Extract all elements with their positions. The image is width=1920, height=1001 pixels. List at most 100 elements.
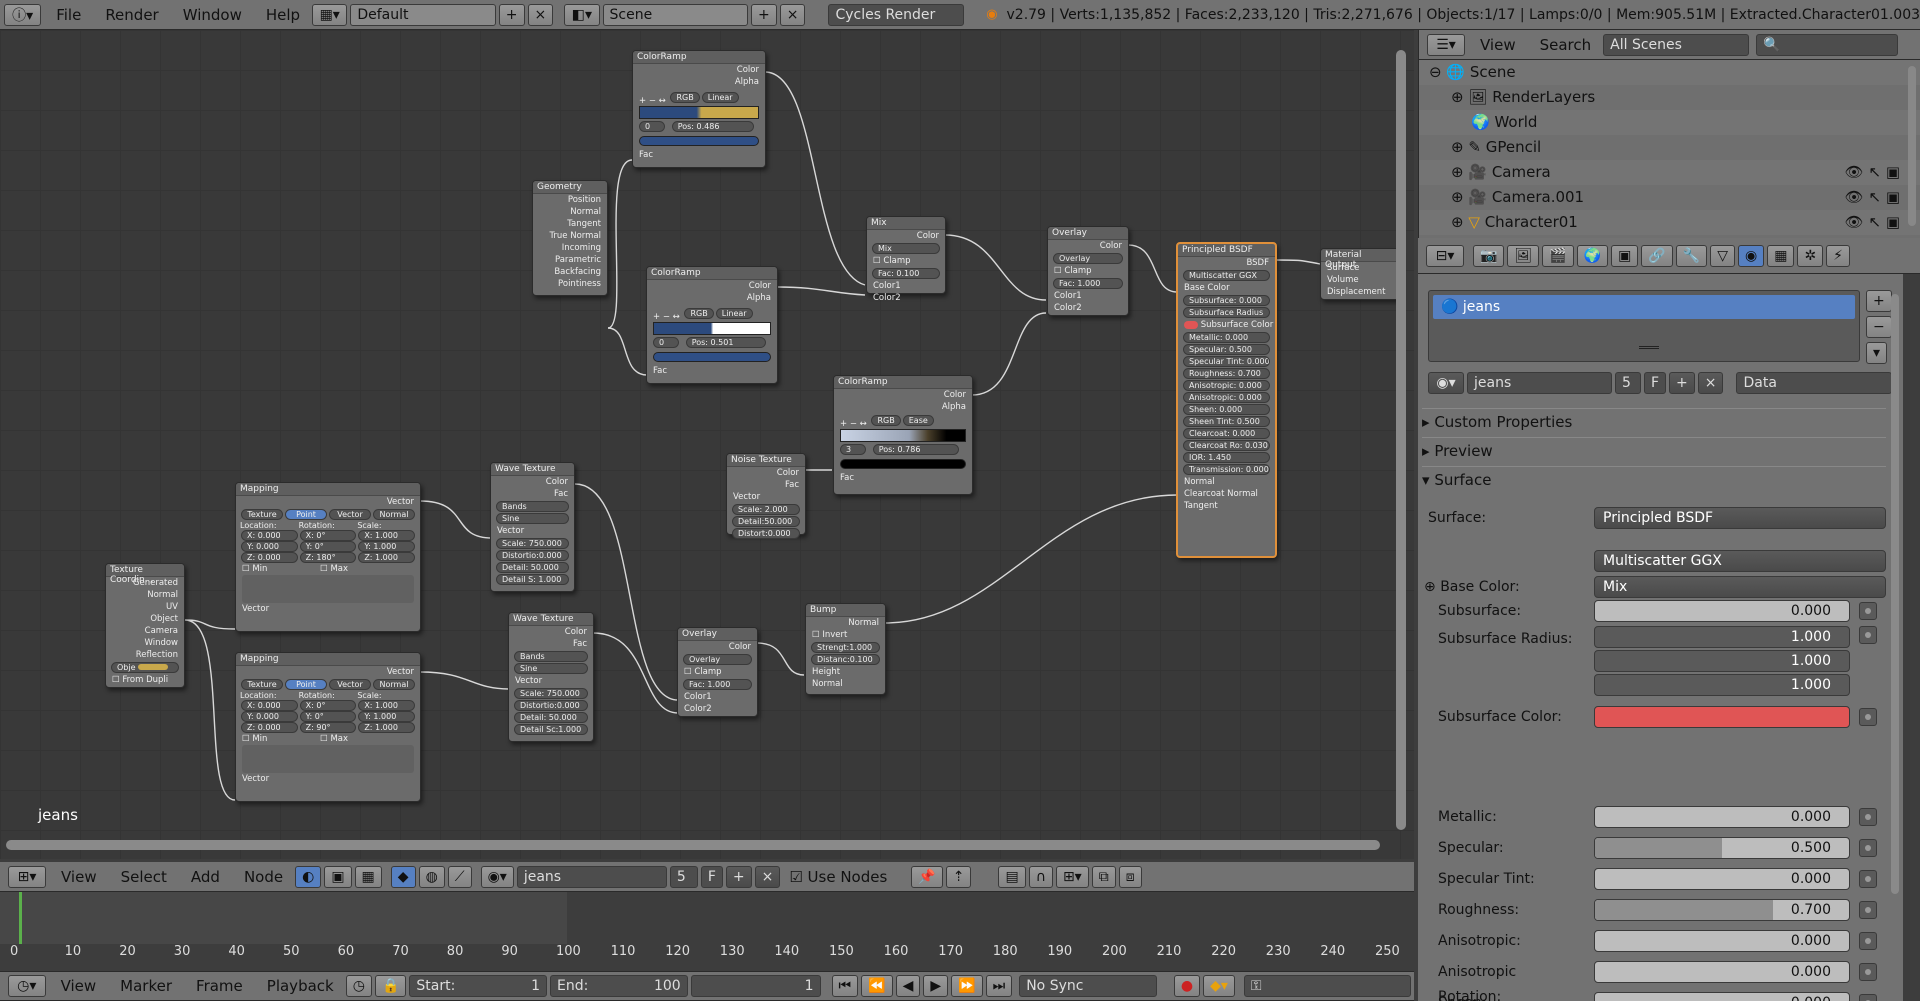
strength-field[interactable]: Strengt:1.000 [811,642,880,653]
menu-node[interactable]: Node [244,868,283,886]
material-name-field[interactable]: jeans [1467,372,1612,394]
stop-index[interactable]: 3 [840,444,866,455]
scale-field[interactable]: Scale: 750.000 [514,688,588,699]
stop-index[interactable]: 0 [653,337,679,348]
display-mode-select[interactable]: All Scenes [1603,33,1750,56]
scene-type-button[interactable]: ◧▾ [564,3,600,26]
mapping-node-2[interactable]: Mapping Vector Texture Point Vector Norm… [235,652,421,802]
scale-z[interactable]: Z: 1.000 [358,722,415,733]
tab-point[interactable]: Point [285,679,327,690]
clearcoat-field[interactable]: Clearcoat: 0.000 [1183,428,1270,439]
layout-field[interactable]: Default [350,3,496,26]
keyframe-button[interactable] [1859,963,1877,981]
outliner-editor-type-button[interactable]: ☰▾ [1427,33,1465,56]
menu-file[interactable]: File [56,6,81,24]
copy-nodes-icon[interactable]: ⧉ [1091,865,1116,888]
wave-type-select[interactable]: Bands [514,651,588,662]
jump-keyframe-back-icon[interactable]: ⏪ [861,975,893,997]
fac-field[interactable]: Fac: 0.100 [872,268,940,279]
outliner-item-gpencil[interactable]: ⊕ ✎ GPencil [1419,135,1920,160]
scale-y[interactable]: Y: 1.000 [358,541,415,552]
play-icon[interactable]: ▶ [923,975,949,997]
jump-keyframe-forward-icon[interactable]: ⏩ [951,975,983,997]
material-name-field[interactable]: jeans [516,865,667,888]
particles-tab-icon[interactable]: ✲ [1797,244,1824,267]
world-shader-icon[interactable]: ◍ [418,865,445,888]
keyframe-button[interactable] [1859,932,1877,950]
shader-tree-icon[interactable]: ◐ [295,865,322,888]
use-nodes-checkbox[interactable]: ☑ Use Nodes [789,868,887,886]
paste-nodes-icon[interactable]: ⧈ [1118,865,1142,888]
sync-mode-select[interactable]: No Sync [1019,975,1157,997]
subsurface-radius-z[interactable]: 1.000 [1594,674,1850,696]
scale-z[interactable]: Z: 1.000 [358,552,415,563]
transmission-field[interactable]: Transmission: 0.000 [1183,464,1270,475]
roughness-field[interactable]: Roughness: 0.700 [1183,368,1270,379]
menu-playback[interactable]: Playback [267,977,334,995]
colorramp-node-3[interactable]: ColorRamp Color Alpha + − ↔ RGB Ease 3 Po… [833,375,973,495]
detail-field[interactable]: Detail: 50.000 [514,712,588,723]
ramp-mode[interactable]: RGB [871,415,901,426]
scene-add-button[interactable]: + [750,3,777,26]
material-new-button[interactable]: + [725,865,752,888]
wave-profile-select[interactable]: Sine [514,663,588,674]
value-slider[interactable]: 0.000 [1594,961,1850,983]
fake-user-button[interactable]: F [700,865,723,888]
subsurface-radius-field[interactable]: Subsurface Radius [1183,307,1270,318]
fac-field[interactable]: Fac: 1.000 [683,679,752,690]
timeline-editor-type-button[interactable]: ◷▾ [8,975,46,997]
value-slider[interactable]: 0.500 [1594,837,1850,859]
noise-texture-node[interactable]: Noise Texture Color Fac Vector Scale: 2.… [726,453,806,539]
stop-index[interactable]: 0 [639,121,665,132]
list-resize-handle[interactable] [1639,346,1659,349]
outliner-item-camera-001[interactable]: ⊕ 🎥 Camera.001 👁 ↖ ▣ [1419,185,1920,210]
expand-icon[interactable]: ⊕ [1451,213,1464,231]
menu-help[interactable]: Help [266,6,300,24]
ramp-color-swatch[interactable] [840,459,966,469]
distortion-field[interactable]: Distort:0.000 [732,528,800,539]
outliner-item-scene[interactable]: ⊖ 🌐 Scene [1419,60,1920,85]
outliner-search-input[interactable]: 🔍 [1756,33,1899,56]
rot-y[interactable]: Y: 0° [299,541,357,552]
keyframe-button[interactable] [1859,602,1877,620]
detail-field[interactable]: Detail: 50.000 [496,562,569,573]
compositor-tree-icon[interactable]: ▣ [324,865,352,888]
scale-x[interactable]: X: 1.000 [358,530,415,541]
texture-tab-icon[interactable]: ▦ [1767,244,1795,267]
tab-vector[interactable]: Vector [329,679,371,690]
material-slot-list[interactable]: 🔵 jeans [1428,290,1860,362]
ramp-color-swatch[interactable] [653,352,771,362]
distortion-field[interactable]: Distortio:0.000 [496,550,569,561]
anisotropic-rotation-field[interactable]: Anisotropic: 0.000 [1183,392,1270,403]
menu-window[interactable]: Window [183,6,242,24]
value-slider[interactable]: 0.000 [1594,992,1850,1001]
bump-node[interactable]: Bump Normal ☐ Invert Strengt:1.000 Dista… [805,603,886,695]
clamp-checkbox[interactable]: ☐ Clamp [678,666,757,678]
record-icon[interactable]: ● [1173,975,1201,997]
ramp-interp[interactable]: Ease [902,415,934,426]
keyframe-button[interactable] [1859,870,1877,888]
subsurface-radius-y[interactable]: 1.000 [1594,650,1850,672]
render-camera-icon[interactable]: ▣ [1886,213,1900,231]
info-editor-type-button[interactable]: ⓘ▾ [4,3,42,26]
specular-field[interactable]: Specular: 0.500 [1183,344,1270,355]
mix-node[interactable]: Mix Color Mix ☐ Clamp Fac: 0.100 Color1 … [866,216,946,303]
value-slider[interactable]: 0.000 [1594,806,1850,828]
expand-icon[interactable]: ⊕ [1451,138,1464,156]
loc-x[interactable]: X: 0.000 [241,530,298,541]
render-tab-icon[interactable]: 📷 [1473,244,1505,267]
scene-remove-button[interactable]: × [779,3,806,26]
principled-bsdf-node[interactable]: Principled BSDF BSDF Multiscatter GGX Ba… [1176,242,1277,558]
visibility-eye-icon[interactable]: 👁 [1845,188,1864,206]
wave-texture-node-2[interactable]: Wave Texture Color Fac Bands Sine Vector… [508,612,594,742]
tab-texture[interactable]: Texture [241,509,283,520]
constraints-tab-icon[interactable]: 🔗 [1641,244,1673,267]
select-cursor-icon[interactable]: ↖ [1868,163,1881,181]
anisotropic-field[interactable]: Anisotropic: 0.000 [1183,380,1270,391]
expand-icon[interactable]: ⊕ [1451,188,1464,206]
render-layers-tab-icon[interactable]: 🖼 [1507,244,1540,267]
keyframe-button[interactable] [1859,808,1877,826]
layout-add-button[interactable]: + [498,3,525,26]
material-output-node[interactable]: Material Output Surface Volume Displacem… [1320,248,1400,300]
properties-editor[interactable]: 🔵 jeans + − ▾ ◉▾ jeans 5 F + × Data ▸ Cu… [1418,274,1903,1001]
